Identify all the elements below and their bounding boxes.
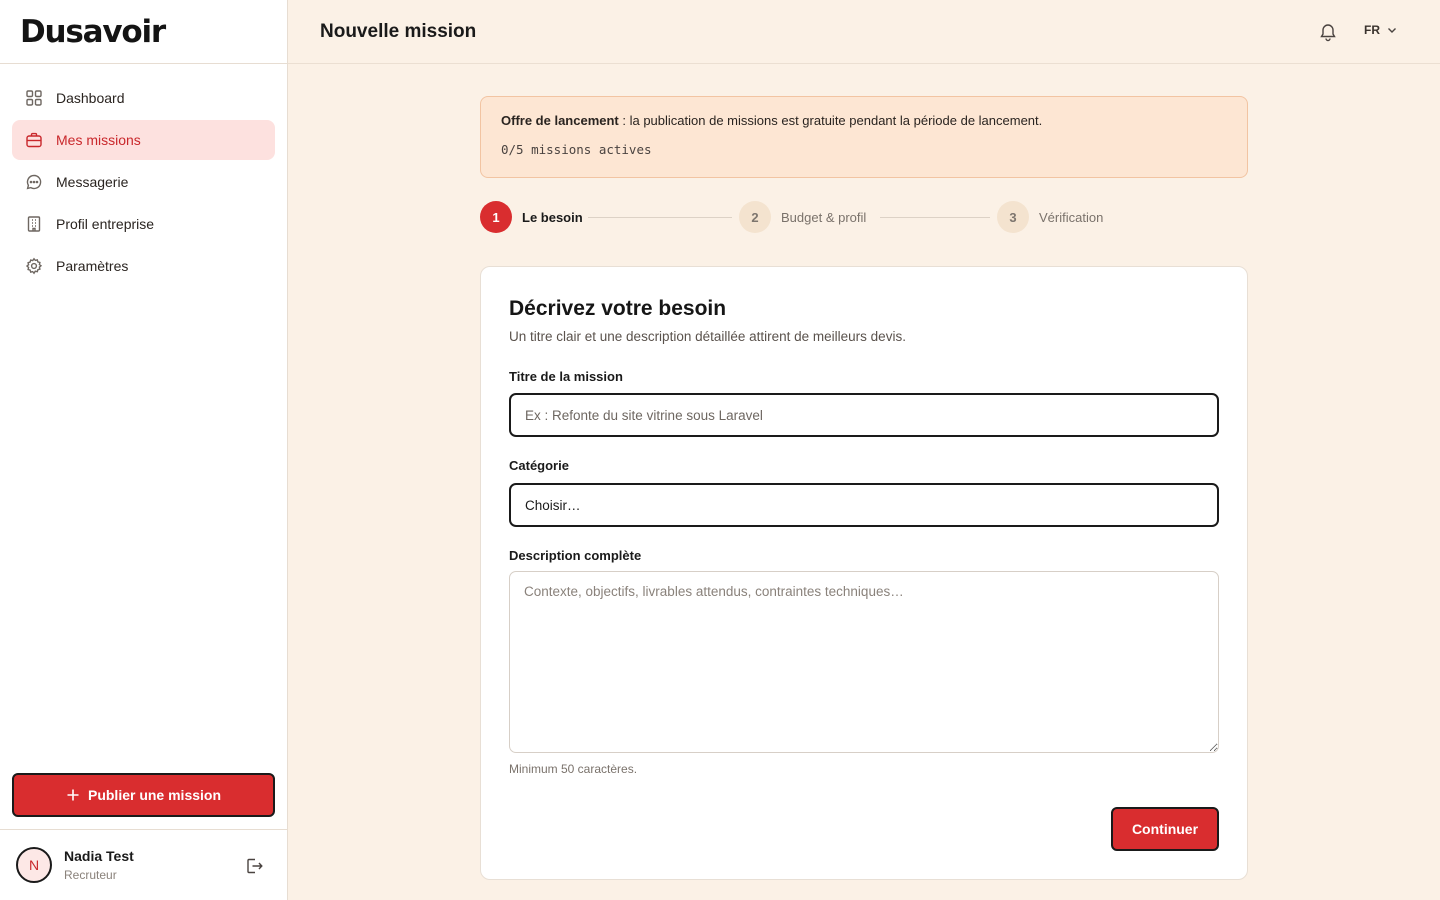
mission-title-label: Titre de la mission xyxy=(509,369,623,384)
step-2: 2 Budget & profil xyxy=(739,201,866,233)
mission-form-card: Décrivez votre besoin Un titre clair et … xyxy=(480,266,1248,880)
sidebar-item-mes-missions[interactable]: Mes missions xyxy=(12,120,275,160)
sidebar-item-label: Messagerie xyxy=(56,174,129,190)
publish-mission-button[interactable]: Publier une mission xyxy=(12,773,275,817)
category-select[interactable]: Choisir… xyxy=(509,483,1219,527)
briefcase-icon xyxy=(24,130,44,150)
publish-mission-label: Publier une mission xyxy=(87,787,222,803)
step-number: 2 xyxy=(739,201,771,233)
top-bar: Nouvelle mission FR xyxy=(288,0,1440,64)
page-title: Nouvelle mission xyxy=(320,21,477,42)
form-subtitle: Un titre clair et une description détail… xyxy=(509,329,906,344)
sidebar-item-label: Dashboard xyxy=(56,90,125,106)
language-selector[interactable]: FR xyxy=(1364,23,1398,37)
launch-offer-text: Offre de lancement : la publication de m… xyxy=(501,113,1227,128)
active-missions-count: 0/5 missions actives xyxy=(501,142,652,157)
step-divider xyxy=(880,217,990,218)
avatar[interactable]: N xyxy=(16,847,52,883)
plus-icon xyxy=(67,789,79,801)
gear-icon xyxy=(24,256,44,276)
step-label: Vérification xyxy=(1039,209,1104,225)
chevron-down-icon xyxy=(1388,28,1396,33)
launch-offer-title: Offre de lancement xyxy=(501,113,619,128)
sidebar-item-label: Profil entreprise xyxy=(56,216,155,232)
stepper: 1 Le besoin 2 Budget & profil 3 Vérifica… xyxy=(480,201,1248,235)
step-number: 1 xyxy=(480,201,512,233)
building-icon xyxy=(24,214,44,234)
step-1: 1 Le besoin xyxy=(480,201,583,233)
grid-icon xyxy=(24,88,44,108)
sidebar-item-profil-entreprise[interactable]: Profil entreprise xyxy=(12,204,275,244)
brand-logo[interactable]: Dusavoir xyxy=(20,14,166,50)
sidebar-nav: Dashboard Mes missions Messagerie Profil… xyxy=(0,64,287,286)
sidebar-item-label: Paramètres xyxy=(56,258,129,274)
sidebar-item-parametres[interactable]: Paramètres xyxy=(12,246,275,286)
bell-icon[interactable] xyxy=(1318,22,1338,42)
sidebar: Dusavoir Dashboard Mes missions Messager… xyxy=(0,0,288,900)
sidebar-item-label: Mes missions xyxy=(56,132,141,148)
description-textarea[interactable] xyxy=(509,571,1219,753)
logout-icon[interactable] xyxy=(244,856,264,876)
language-label: FR xyxy=(1364,23,1380,37)
logo-area: Dusavoir xyxy=(0,0,287,64)
chat-bubble-icon xyxy=(24,172,44,192)
user-role: Recruteur xyxy=(64,868,117,882)
form-title: Décrivez votre besoin xyxy=(509,297,727,320)
continue-button[interactable]: Continuer xyxy=(1111,807,1219,851)
mission-title-input[interactable] xyxy=(509,393,1219,437)
step-label: Budget & profil xyxy=(781,209,867,225)
launch-offer-banner: Offre de lancement : la publication de m… xyxy=(480,96,1248,178)
category-label: Catégorie xyxy=(509,458,569,473)
step-number: 3 xyxy=(997,201,1029,233)
description-label: Description complète xyxy=(509,548,642,563)
launch-offer-description: : la publication de missions est gratuit… xyxy=(618,113,1043,128)
step-3: 3 Vérification xyxy=(997,201,1103,233)
sidebar-item-messagerie[interactable]: Messagerie xyxy=(12,162,275,202)
step-divider xyxy=(588,217,732,218)
user-profile: N Nadia Test Recruteur xyxy=(0,829,287,900)
category-value: Choisir… xyxy=(525,497,581,513)
user-name: Nadia Test xyxy=(64,848,134,864)
description-helper: Minimum 50 caractères. xyxy=(509,762,638,776)
step-label: Le besoin xyxy=(522,209,583,225)
sidebar-item-dashboard[interactable]: Dashboard xyxy=(12,78,275,118)
user-info: Nadia Test Recruteur xyxy=(64,848,134,882)
